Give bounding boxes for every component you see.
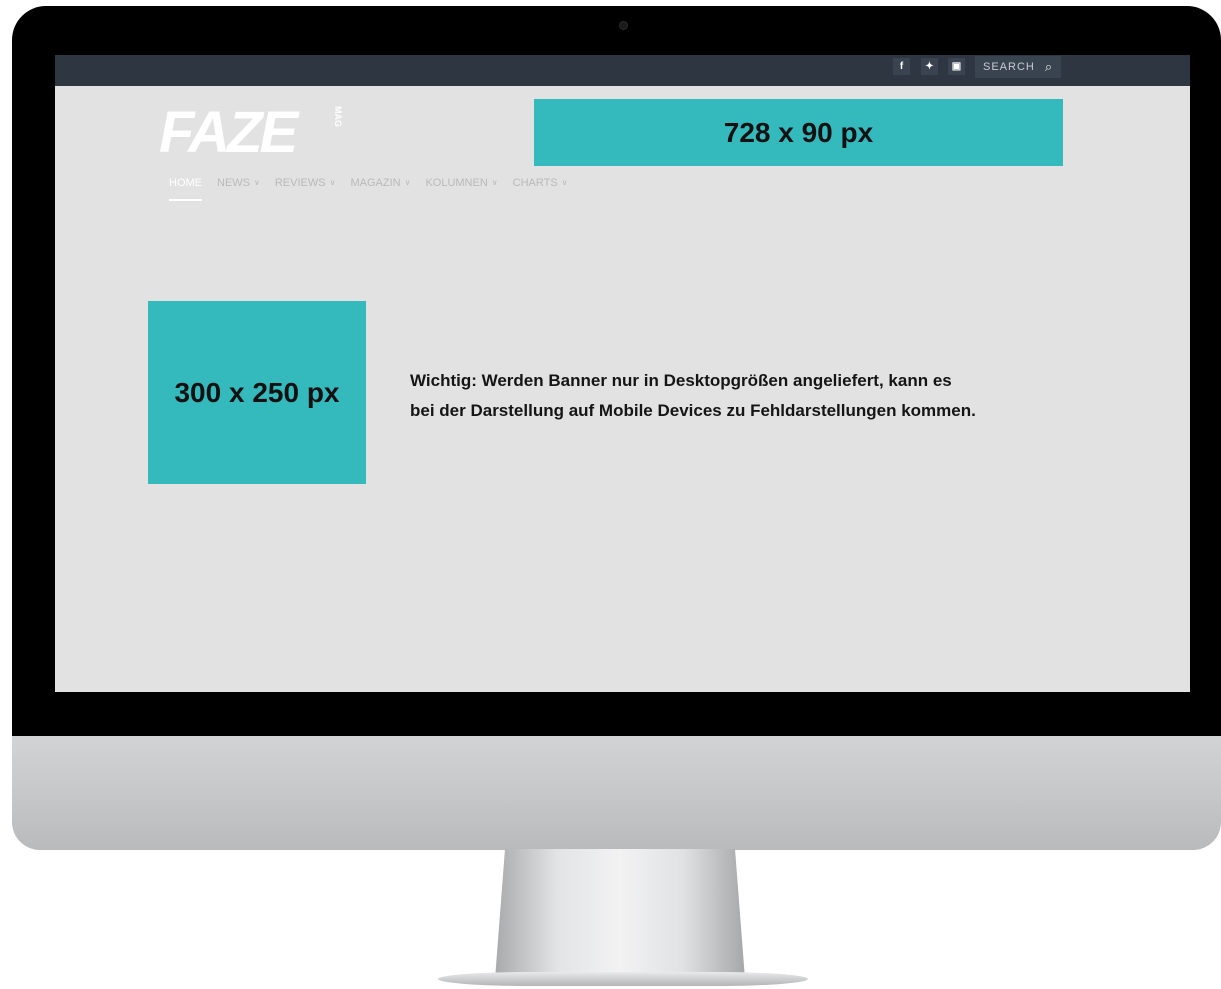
main-navigation: HOME NEWS ∨ REVIEWS ∨ MAGAZIN ∨ KOLUMNEN ∨ C… (169, 177, 583, 201)
leaderboard-ad-placeholder: 728 x 90 px (534, 99, 1063, 166)
leaderboard-ad-label: 728 x 90 px (723, 116, 874, 148)
chevron-down-icon: ∨ (329, 178, 336, 187)
website-screen: f ✦ ▣ SEARCH ⌕ FAZE MAG 728 x 90 px HOME… (55, 55, 1190, 692)
camera-icon (619, 21, 628, 30)
search-icon[interactable]: ⌕ (1045, 59, 1053, 75)
chevron-down-icon: ∨ (254, 178, 260, 187)
twitter-icon[interactable]: ✦ (921, 58, 938, 75)
monitor-stand (495, 849, 745, 979)
nav-item-reviews[interactable]: REVIEWS ∨ (275, 177, 336, 201)
medium-rectangle-ad-label: 300 x 250 px (174, 376, 340, 408)
nav-item-news[interactable]: NEWS ∨ (217, 177, 260, 201)
instagram-icon[interactable]: ▣ (948, 58, 965, 75)
chevron-down-icon: ∨ (404, 178, 411, 187)
nav-item-charts[interactable]: CHARTS ∨ (513, 177, 568, 201)
search-input[interactable]: SEARCH ⌕ (975, 56, 1061, 78)
notice-text: Wichtig: Werden Banner nur in Desktopgrö… (410, 366, 1110, 426)
faze-mag-logo[interactable]: FAZE MAG (159, 102, 344, 158)
nav-item-magazin[interactable]: MAGAZIN ∨ (350, 177, 410, 201)
chevron-down-icon: ∨ (561, 178, 568, 187)
nav-item-home[interactable]: HOME (169, 177, 202, 201)
nav-item-kolumnen[interactable]: KOLUMNEN ∨ (425, 177, 497, 201)
top-bar: f ✦ ▣ SEARCH ⌕ (55, 55, 1190, 86)
notice-line-2: bei der Darstellung auf Mobile Devices z… (410, 401, 976, 420)
medium-rectangle-ad-placeholder: 300 x 250 px (148, 301, 366, 484)
search-label: SEARCH (983, 61, 1035, 73)
notice-line-1: Wichtig: Werden Banner nur in Desktopgrö… (410, 371, 952, 390)
monitor-stand-base (438, 972, 808, 986)
monitor-chin (12, 736, 1221, 850)
logo-text: FAZE (159, 102, 301, 158)
chevron-down-icon: ∨ (491, 178, 498, 187)
logo-sub-text: MAG (333, 106, 343, 127)
facebook-icon[interactable]: f (893, 58, 910, 75)
